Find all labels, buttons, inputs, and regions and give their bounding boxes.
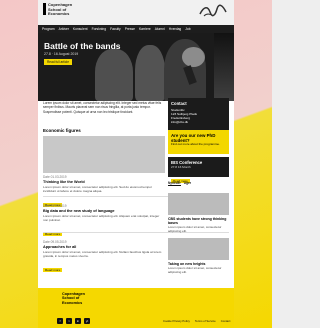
read-more-link[interactable]: Read more — [43, 268, 63, 273]
contact-box: Contact Studentliv 123 Solbjerg Plads Fr… — [168, 98, 229, 131]
nav-item-2[interactable]: Arkiver — [59, 27, 69, 31]
card-title[interactable]: Big data and the new study of language — [43, 209, 165, 213]
youtube-icon[interactable]: yt — [84, 318, 90, 324]
nav-item-10[interactable]: Job — [185, 27, 190, 31]
card-date: Date 04.04.2019 — [43, 204, 67, 208]
nav-item-3[interactable]: Konsulent — [73, 27, 88, 31]
hero-subtitle: 27.8 · 16 August 2019 — [44, 52, 79, 56]
nav-item-8[interactable]: Alumni — [155, 27, 165, 31]
side-tabs: Nyheder Uger — [168, 181, 228, 188]
signature-logo — [199, 4, 227, 17]
hero-title: Battle of the bands — [44, 41, 121, 51]
page-canvas: Copenhagen School of Economics Program A… — [38, 0, 234, 328]
logo-text: Copenhagen School of Economics — [48, 2, 82, 17]
twitter-icon[interactable]: t — [66, 318, 72, 324]
hero-shadow — [214, 33, 234, 101]
card-date: Date 01.03.2019 — [43, 175, 67, 179]
card-summary: Lorem ipsum dolor sit amet, consectetur … — [43, 250, 162, 259]
intro-text: Lorem ipsum dolor sit amet, consectetur … — [43, 101, 162, 114]
linkedin-icon[interactable]: in — [75, 318, 81, 324]
facebook-icon[interactable]: f — [57, 318, 63, 324]
tab-uger[interactable]: Uger — [184, 181, 191, 186]
hero-banner[interactable]: Battle of the bands 27.8 · 16 August 201… — [38, 33, 234, 101]
light-glow — [182, 47, 205, 67]
event-box[interactable]: BIS Conference 27.8 16 Month Read more — [168, 157, 229, 183]
footer-link[interactable]: Contact — [221, 319, 231, 323]
event-date: 27.8 16 Month — [171, 165, 191, 169]
nav-item-5[interactable]: Faculty — [110, 27, 121, 31]
card-summary: Lorem ipsum dolor sit amet, consectetur … — [43, 185, 153, 194]
footer-link[interactable]: Cookie Privacy Policy — [163, 319, 190, 323]
side-news-image — [168, 193, 229, 215]
site-header: Copenhagen School of Economics — [38, 0, 234, 25]
footer-logo[interactable]: Copenhagen School of Economics — [62, 292, 85, 305]
side-news-image — [168, 238, 229, 261]
logo-mark — [43, 3, 46, 15]
card-image-phone — [43, 136, 165, 173]
nav-item-6[interactable]: Presse — [125, 27, 135, 31]
tab-nyheder[interactable]: Nyheder — [168, 181, 181, 186]
promo-text: Find out more about the programme. — [171, 142, 220, 146]
phd-promo-box[interactable]: Are you our new PhD student? Find out mo… — [168, 130, 229, 154]
footer-logo-line-3: Economics — [62, 300, 83, 305]
card-title[interactable]: Thinking like the World — [43, 180, 165, 184]
main-navigation: Program Arkiver Konsulent Forskning Facu… — [38, 25, 234, 33]
footer-links: Cookie Privacy Policy Terms of Service C… — [163, 319, 230, 323]
news-section-title: Economic figures — [43, 128, 81, 133]
hero-read-button[interactable]: Read full article — [44, 59, 72, 65]
card-summary: Lorem ipsum dolor sit amet, consectetur … — [43, 214, 160, 223]
side-news-text: Lorem ipsum dolor sit amet, consectetur … — [168, 265, 222, 274]
nav-item-9[interactable]: Hverdag — [169, 27, 181, 31]
news-card[interactable]: Date 09.05.2019 Approaches for all Lorem… — [43, 238, 165, 276]
news-card[interactable]: Date 01.03.2019 Thinking like the World … — [43, 136, 165, 211]
nav-item-7[interactable]: Karriere — [139, 27, 151, 31]
contact-line-4[interactable]: info@cbs.dk — [171, 120, 226, 124]
news-card[interactable]: Date 04.04.2019 Big data and the new stu… — [43, 202, 165, 240]
card-date: Date 09.05.2019 — [43, 240, 67, 244]
silhouette-person-2 — [135, 45, 165, 101]
footer-link[interactable]: Terms of Service — [195, 319, 216, 323]
nav-item-4[interactable]: Forskning — [92, 27, 106, 31]
social-icons: f t in yt — [57, 318, 90, 324]
contact-title: Contact — [171, 101, 187, 106]
logo-line-3: Economics — [48, 11, 70, 16]
card-title[interactable]: Approaches for all — [43, 245, 165, 249]
side-news-list: CBS students have strong thinking bases … — [168, 193, 229, 274]
silhouette-person-1 — [95, 49, 133, 101]
nav-item-1[interactable]: Program — [42, 27, 55, 31]
side-news-text: Lorem ipsum dolor sit amet, consectetur … — [168, 224, 222, 233]
